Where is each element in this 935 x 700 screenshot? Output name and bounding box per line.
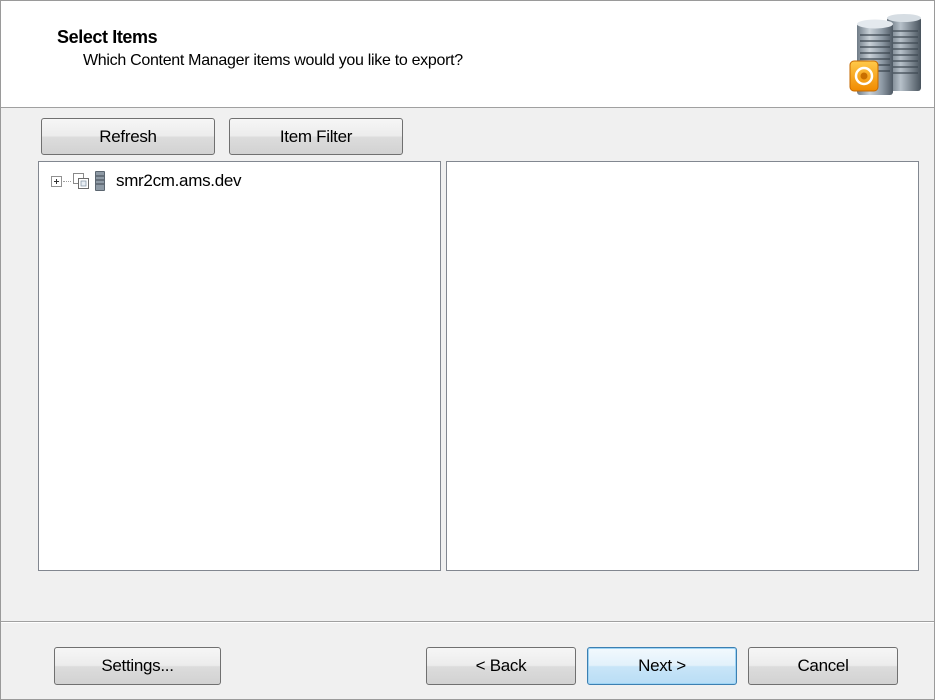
tree-node-server[interactable]: smr2cm.ams.dev xyxy=(51,170,242,192)
item-filter-button[interactable]: Item Filter xyxy=(229,118,403,155)
wizard-header: Select Items Which Content Manager items… xyxy=(1,1,934,108)
back-button[interactable]: < Back xyxy=(426,647,576,685)
next-button[interactable]: Next > xyxy=(587,647,737,685)
page-title: Select Items xyxy=(57,27,158,47)
export-wizard-window: Select Items Which Content Manager items… xyxy=(0,0,935,700)
server-export-icon xyxy=(849,14,921,95)
item-tree-pane[interactable]: smr2cm.ams.dev xyxy=(38,161,441,571)
page-subtitle: Which Content Manager items would you li… xyxy=(83,52,463,69)
item-detail-pane[interactable] xyxy=(446,161,919,571)
refresh-button[interactable]: Refresh xyxy=(41,118,215,155)
tree-node-label[interactable]: smr2cm.ams.dev xyxy=(116,171,242,191)
settings-button[interactable]: Settings... xyxy=(54,647,221,685)
footer-divider xyxy=(1,621,934,623)
tree-connector-line xyxy=(63,180,71,182)
checkbox-items-icon[interactable] xyxy=(72,172,90,190)
server-icon xyxy=(95,171,105,191)
cancel-button[interactable]: Cancel xyxy=(748,647,898,685)
expand-plus-icon[interactable] xyxy=(51,175,62,187)
